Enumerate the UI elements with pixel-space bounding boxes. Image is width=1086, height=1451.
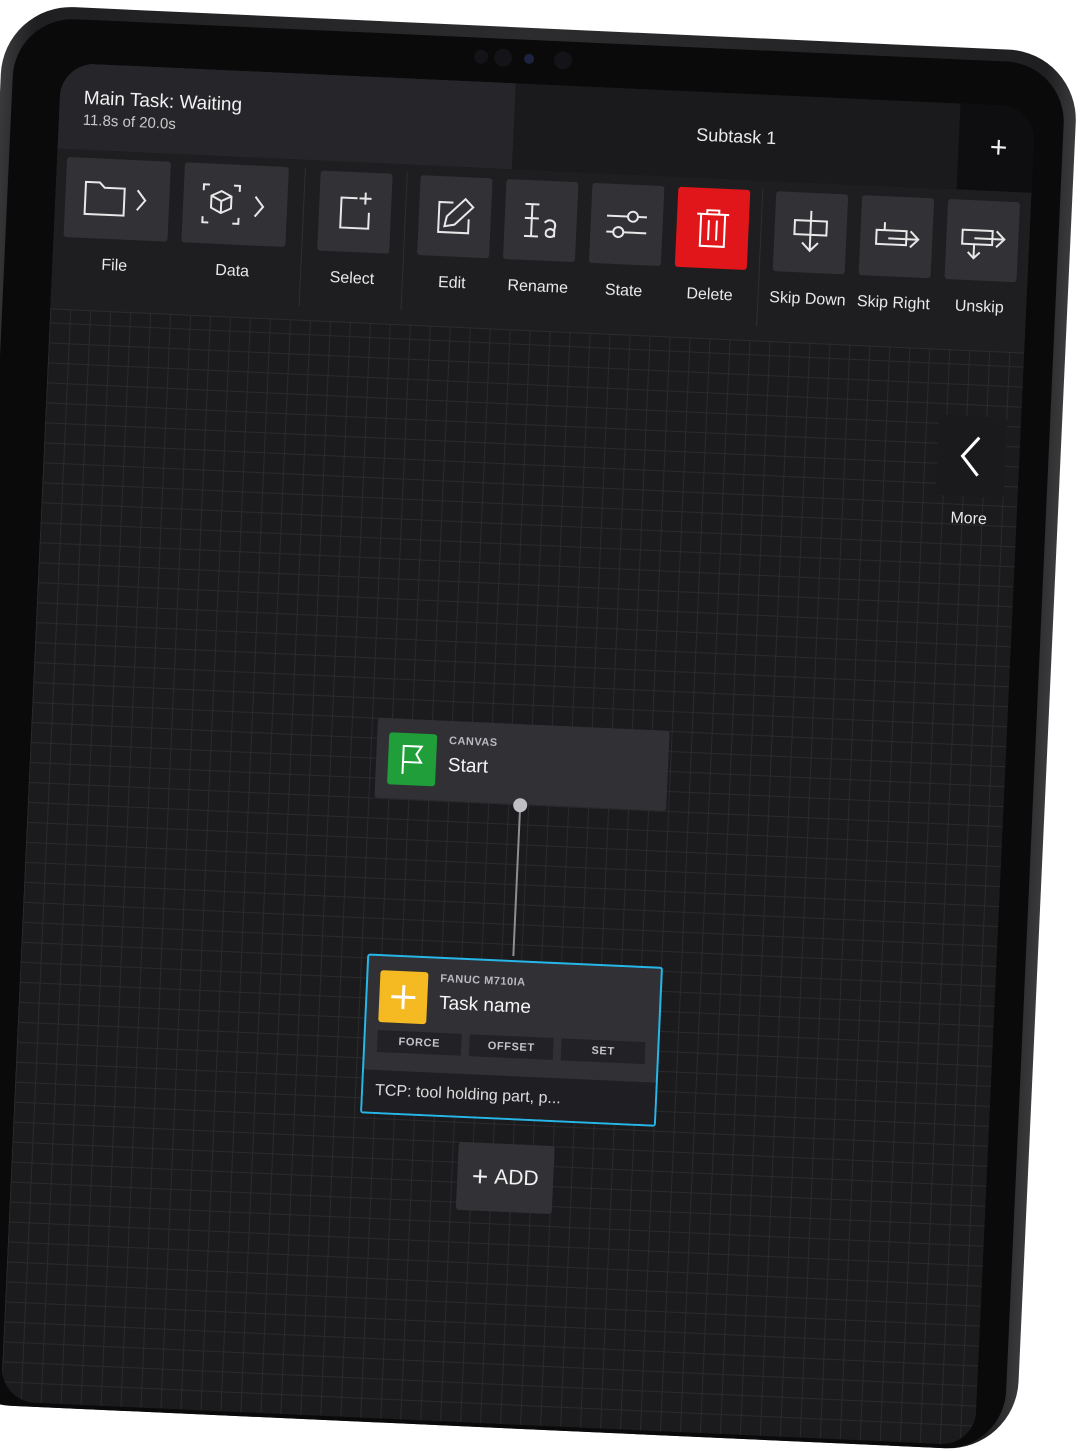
- tag-set[interactable]: SET: [560, 1038, 646, 1065]
- skip-down-icon: [793, 210, 829, 253]
- add-label: ADD: [493, 1165, 540, 1191]
- start-node[interactable]: CANVAS Start: [374, 717, 670, 811]
- task-node-name: Task name: [438, 992, 532, 1018]
- select-add-icon: [339, 192, 372, 230]
- tablet-device: Main Task: Waiting 11.8s of 20.0s Subtas…: [0, 4, 1079, 1451]
- connector-handle[interactable]: [512, 797, 528, 813]
- delete-label: Delete: [686, 285, 734, 305]
- tag-offset[interactable]: OFFSET: [468, 1034, 554, 1060]
- skip-right-icon: [874, 222, 920, 249]
- task-node-footer: TCP: tool holding part, p...: [362, 1069, 656, 1125]
- unskip-label: Unskip: [954, 297, 1005, 317]
- rename-label: Rename: [507, 277, 569, 297]
- state-button[interactable]: State: [587, 182, 665, 302]
- plus-icon: [378, 970, 429, 1025]
- delete-button[interactable]: Delete: [673, 186, 751, 306]
- skip-right-label: Skip Right: [856, 293, 931, 314]
- unskip-button[interactable]: Unskip: [943, 199, 1021, 318]
- text-cursor-icon: [523, 202, 557, 239]
- node-connector: [512, 804, 522, 957]
- app-screen: Main Task: Waiting 11.8s of 20.0s Subtas…: [0, 62, 1036, 1446]
- more-label: More: [950, 509, 988, 529]
- data-label: Data: [214, 261, 250, 281]
- edit-button[interactable]: Edit: [415, 175, 493, 294]
- data-button[interactable]: Data: [180, 162, 289, 283]
- more-button[interactable]: More: [934, 414, 1008, 530]
- cube-scan-icon: [201, 183, 265, 225]
- flag-icon: [387, 732, 438, 787]
- add-node-button[interactable]: + ADD: [455, 1141, 555, 1215]
- state-label: State: [604, 281, 643, 301]
- chevron-left-icon: [960, 436, 981, 477]
- edit-icon: [437, 197, 475, 235]
- tablet-bezel: Main Task: Waiting 11.8s of 20.0s Subtas…: [0, 16, 1067, 1451]
- select-button[interactable]: Select: [316, 170, 393, 290]
- folder-icon: [83, 180, 147, 217]
- task-progress-text: 11.8s of 20.0s: [82, 111, 177, 133]
- skip-right-button[interactable]: Skip Right: [856, 195, 935, 314]
- task-tags: FORCE OFFSET SET: [376, 1030, 646, 1065]
- file-label: File: [100, 256, 128, 275]
- edit-label: Edit: [437, 273, 466, 293]
- rename-button[interactable]: Rename: [501, 178, 579, 298]
- add-tab-button[interactable]: +: [961, 103, 1036, 193]
- start-node-caption: CANVAS: [448, 734, 498, 750]
- skip-down-label: Skip Down: [768, 289, 847, 310]
- task-node-caption: FANUC M710IA: [439, 972, 526, 989]
- skip-down-button[interactable]: Skip Down: [768, 191, 849, 310]
- task-node[interactable]: FANUC M710IA Task name FORCE OFFSET SET …: [360, 953, 663, 1127]
- unskip-icon: [961, 228, 1006, 260]
- tag-force[interactable]: FORCE: [376, 1030, 462, 1056]
- start-node-name: Start: [447, 754, 489, 778]
- camera-array: [434, 44, 575, 72]
- add-plus-icon: +: [471, 1160, 490, 1193]
- select-label: Select: [329, 269, 375, 289]
- file-button[interactable]: File: [62, 157, 172, 278]
- sliders-icon: [606, 210, 648, 239]
- trash-icon: [697, 209, 730, 248]
